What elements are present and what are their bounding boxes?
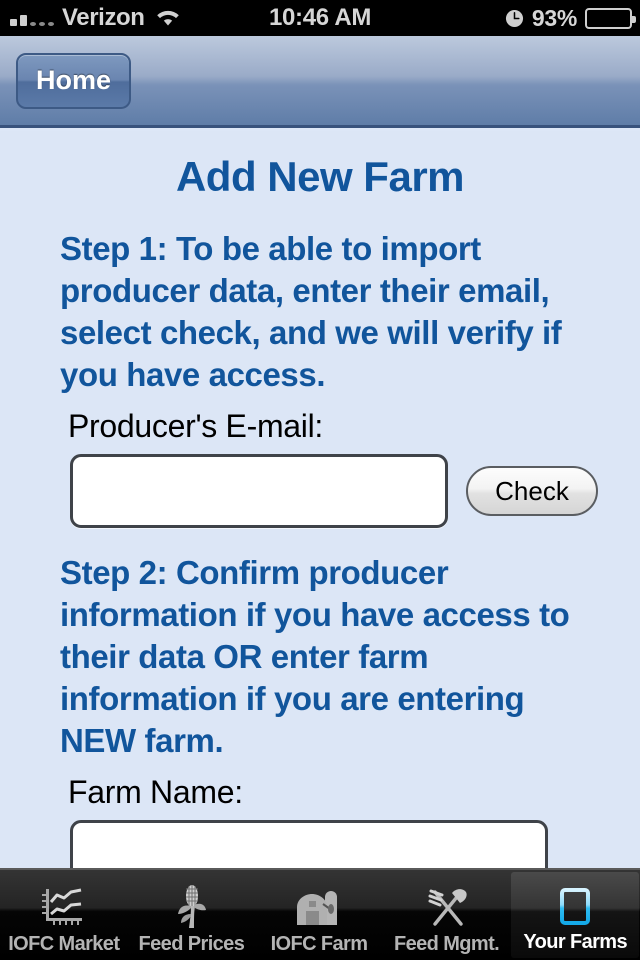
tab-label: Feed Mgmt. bbox=[394, 933, 500, 955]
check-button[interactable]: Check bbox=[466, 466, 598, 516]
signal-bars-icon bbox=[10, 10, 54, 26]
line-chart-icon bbox=[40, 882, 88, 932]
tab-your-farms[interactable]: Your Farms bbox=[511, 872, 639, 958]
barn-silo-icon bbox=[293, 882, 345, 932]
tab-label: Feed Prices bbox=[138, 933, 245, 955]
status-bar-right: 93% bbox=[505, 4, 636, 32]
step-2-instructions: Step 2: Confirm producer information if … bbox=[60, 554, 570, 759]
battery-icon bbox=[585, 7, 636, 29]
step-1-instructions: Step 1: To be able to import producer da… bbox=[60, 230, 562, 393]
tab-label: IOFC Market bbox=[8, 933, 120, 955]
alarm-clock-icon bbox=[505, 9, 524, 28]
tab-feed-mgmt[interactable]: Feed Mgmt. bbox=[383, 870, 511, 960]
home-back-button[interactable]: Home bbox=[16, 52, 132, 109]
tab-bar: IOFC Market Feed Prices IOFC Farm Feed M… bbox=[0, 868, 640, 960]
battery-percent-label: 93% bbox=[531, 4, 577, 31]
producer-email-input[interactable] bbox=[70, 454, 448, 528]
tab-iofc-market[interactable]: IOFC Market bbox=[0, 870, 128, 960]
carrier-label: Verizon bbox=[62, 4, 145, 31]
field-plot-icon bbox=[552, 880, 598, 930]
tab-label: IOFC Farm bbox=[270, 933, 368, 955]
phone-screen: Verizon 10:46 AM 93% Home Add New Farm S… bbox=[0, 0, 640, 960]
status-bar-left: Verizon bbox=[0, 4, 181, 32]
producer-email-label: Producer's E-mail: bbox=[68, 408, 324, 444]
status-bar: Verizon 10:46 AM 93% bbox=[0, 0, 640, 36]
producer-email-row: Check bbox=[0, 454, 640, 528]
wifi-icon bbox=[155, 8, 181, 28]
tab-label: Your Farms bbox=[523, 931, 627, 953]
farm-name-row bbox=[0, 820, 640, 868]
page-title: Add New Farm bbox=[175, 153, 465, 200]
tab-iofc-farm[interactable]: IOFC Farm bbox=[255, 870, 383, 960]
tab-feed-prices[interactable]: Feed Prices bbox=[128, 870, 256, 960]
navigation-bar: Home bbox=[0, 36, 640, 128]
farm-name-input[interactable] bbox=[70, 820, 548, 868]
corn-stalk-icon bbox=[171, 882, 211, 932]
fork-shovel-icon bbox=[421, 882, 473, 932]
farm-name-label: Farm Name: bbox=[68, 774, 243, 810]
main-content: Add New Farm Step 1: To be able to impor… bbox=[0, 131, 640, 868]
